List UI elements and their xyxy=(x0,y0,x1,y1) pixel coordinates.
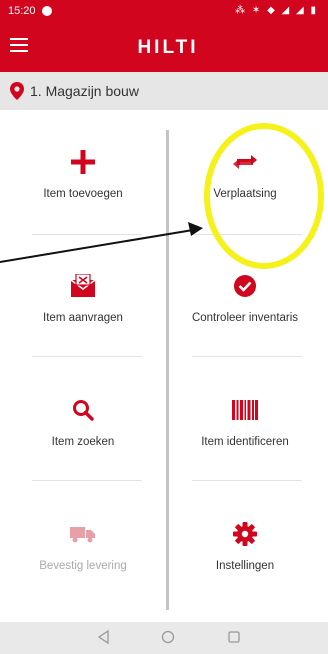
grid-divider xyxy=(192,480,302,481)
location-selector[interactable]: 1. Magazijn bouw xyxy=(0,72,328,110)
tile-label: Verplaatsing xyxy=(213,188,277,200)
tile-item-identificeren[interactable]: Item identificeren xyxy=(162,358,328,478)
tile-label: Item zoeken xyxy=(51,436,115,448)
tile-verplaatsing[interactable]: Verplaatsing xyxy=(162,110,328,230)
tile-item-aanvragen[interactable]: Item aanvragen xyxy=(0,234,166,354)
tile-label: Item identificeren xyxy=(201,436,289,448)
transfer-icon xyxy=(229,146,261,178)
tile-label: Instellingen xyxy=(215,560,275,572)
grid-divider xyxy=(192,356,302,357)
status-bar: 15:20 ⁂ ✶ ◆ ◢ ◢ ▮ xyxy=(0,0,328,22)
recents-icon[interactable] xyxy=(226,629,242,645)
hamburger-menu-icon[interactable] xyxy=(10,38,28,52)
tile-controleer-inventaris[interactable]: Controleer inventaris xyxy=(162,234,328,354)
back-icon[interactable] xyxy=(96,629,112,645)
grid-divider xyxy=(32,480,142,481)
location-pin-icon xyxy=(10,82,24,100)
svg-text:HILTI: HILTI xyxy=(137,37,198,57)
check-circle-icon xyxy=(229,270,261,302)
status-time: 15:20 xyxy=(8,5,36,17)
android-nav-bar xyxy=(0,622,328,654)
hilti-logo: HILTI xyxy=(118,37,218,57)
barcode-icon xyxy=(229,394,261,426)
notification-icon xyxy=(41,6,52,16)
status-icons: ⁂ ✶ ◆ ◢ ◢ ▮ xyxy=(235,5,318,16)
action-grid: Item toevoegen Verplaatsing Item aanvrag… xyxy=(0,110,328,620)
tile-label: Controleer inventaris xyxy=(191,312,299,324)
grid-divider xyxy=(32,356,142,357)
location-label: 1. Magazijn bouw xyxy=(30,83,139,99)
tile-item-toevoegen[interactable]: Item toevoegen xyxy=(0,110,166,230)
request-envelope-icon xyxy=(67,270,99,302)
truck-icon xyxy=(67,518,99,550)
tile-bevestig-levering[interactable]: Bevestig levering xyxy=(0,482,166,602)
tile-label: Item aanvragen xyxy=(43,312,123,324)
gear-icon xyxy=(229,518,261,550)
tile-label: Item toevoegen xyxy=(43,188,123,200)
tile-instellingen[interactable]: Instellingen xyxy=(162,482,328,602)
plus-icon xyxy=(67,146,99,178)
app-bar: HILTI xyxy=(0,22,328,72)
home-icon[interactable] xyxy=(160,629,176,645)
tile-label: Bevestig levering xyxy=(39,560,127,572)
tile-item-zoeken[interactable]: Item zoeken xyxy=(0,358,166,478)
search-icon xyxy=(67,394,99,426)
